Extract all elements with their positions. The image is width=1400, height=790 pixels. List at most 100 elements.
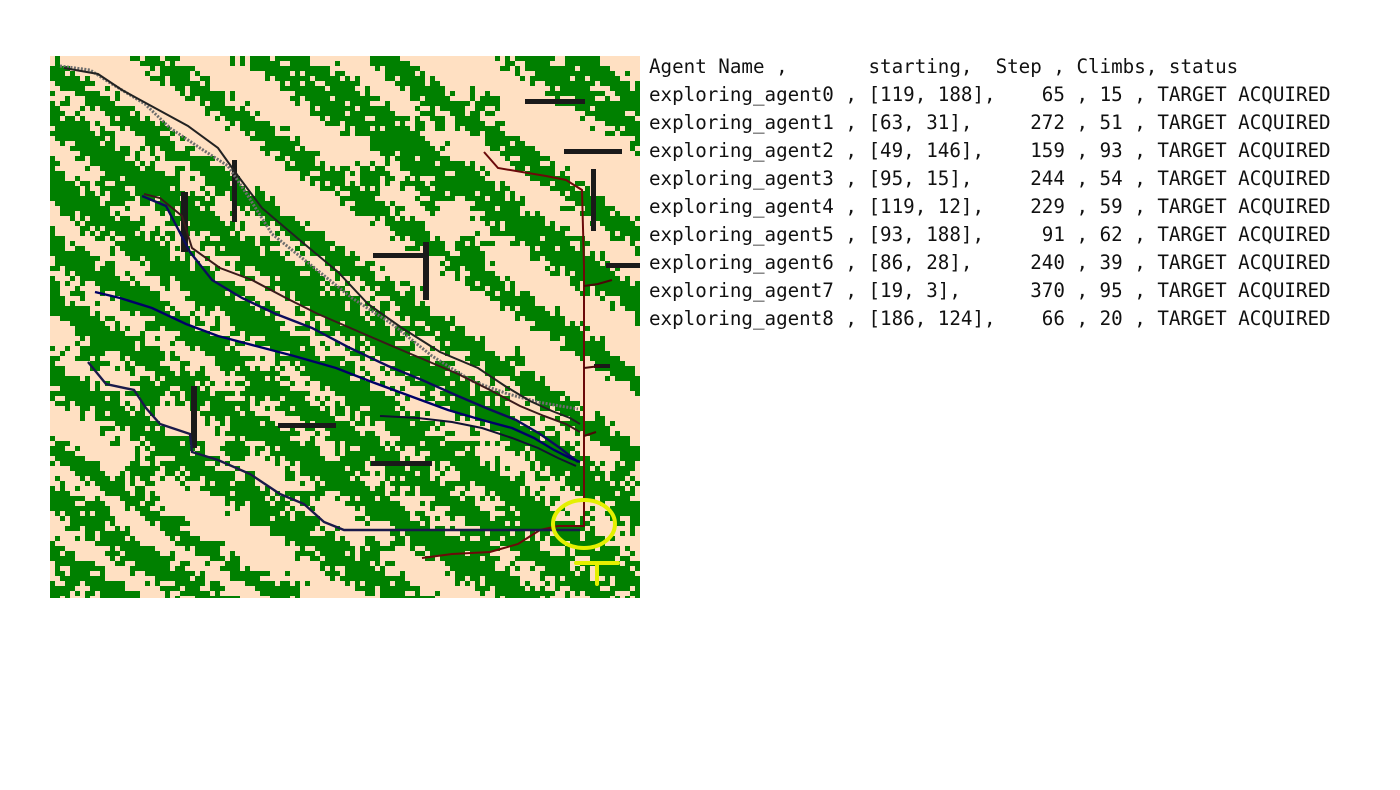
vegetation-cell (130, 226, 135, 231)
vegetation-cell (125, 271, 130, 276)
vegetation-cell (530, 216, 535, 221)
vegetation-cell (90, 196, 95, 201)
vegetation-cell (595, 271, 600, 276)
vegetation-cell (80, 296, 85, 301)
vegetation-cell (585, 261, 590, 266)
vegetation-cell (185, 461, 190, 466)
vegetation-cell (485, 181, 490, 186)
vegetation-cell (75, 326, 80, 331)
vegetation-cell (55, 376, 60, 381)
vegetation-cell (610, 76, 615, 81)
vegetation-cell (190, 86, 195, 91)
vegetation-cell (115, 166, 120, 171)
vegetation-cell (165, 381, 170, 386)
vegetation-cell (355, 76, 360, 81)
vegetation-cell (265, 321, 270, 326)
vegetation-cell (295, 326, 300, 331)
vegetation-cell (295, 166, 300, 171)
vegetation-cell (175, 451, 180, 456)
vegetation-cell (365, 206, 370, 211)
vegetation-cell (600, 296, 605, 301)
vegetation-cell (155, 366, 160, 371)
vegetation-cell (400, 121, 405, 126)
vegetation-cell (500, 366, 505, 371)
vegetation-cell (405, 156, 410, 161)
vegetation-cell (160, 446, 165, 451)
vegetation-cell (370, 176, 375, 181)
vegetation-cell (620, 86, 625, 91)
vegetation-cell (335, 361, 340, 366)
vegetation-cell (560, 251, 565, 256)
vegetation-cell (625, 436, 630, 441)
vegetation-cell (205, 106, 210, 111)
vegetation-cell (135, 421, 140, 426)
vegetation-cell (260, 316, 265, 321)
vegetation-cell (195, 291, 200, 296)
vegetation-cell (120, 191, 125, 196)
vegetation-cell (190, 341, 195, 346)
vegetation-cell (160, 71, 165, 76)
vegetation-cell (200, 286, 205, 291)
vegetation-cell (470, 276, 475, 281)
vegetation-cell (345, 336, 350, 341)
vegetation-cell (475, 186, 480, 191)
vegetation-cell (465, 121, 470, 126)
vegetation-cell (170, 326, 175, 331)
vegetation-cell (325, 416, 330, 421)
vegetation-cell (550, 71, 555, 76)
vegetation-cell (325, 241, 330, 246)
vegetation-cell (565, 91, 570, 96)
vegetation-cell (380, 166, 385, 171)
vegetation-cell (380, 456, 385, 461)
vegetation-cell (255, 421, 260, 426)
vegetation-cell (555, 336, 560, 341)
vegetation-cell (60, 141, 65, 146)
vegetation-cell (55, 381, 60, 386)
vegetation-cell (195, 156, 200, 161)
vegetation-cell (55, 66, 60, 71)
vegetation-cell (425, 426, 430, 431)
vegetation-cell (450, 461, 455, 466)
vegetation-cell (190, 81, 195, 86)
vegetation-cell (385, 346, 390, 351)
vegetation-cell (370, 96, 375, 101)
vegetation-cell (140, 311, 145, 316)
vegetation-cell (245, 256, 250, 261)
vegetation-cell (415, 181, 420, 186)
vegetation-cell (420, 371, 425, 376)
vegetation-cell (600, 196, 605, 201)
vegetation-cell (150, 166, 155, 171)
vegetation-cell (240, 321, 245, 326)
vegetation-cell (435, 466, 440, 471)
vegetation-cell (85, 406, 90, 411)
vegetation-cell (350, 306, 355, 311)
vegetation-cell (270, 396, 275, 401)
vegetation-cell (440, 181, 445, 186)
vegetation-cell (445, 141, 450, 146)
vegetation-cell (80, 106, 85, 111)
vegetation-cell (250, 251, 255, 256)
vegetation-cell (515, 311, 520, 316)
vegetation-cell (190, 66, 195, 71)
vegetation-cell (350, 181, 355, 186)
vegetation-cell (245, 431, 250, 436)
vegetation-cell (480, 271, 485, 276)
vegetation-cell (360, 101, 365, 106)
vegetation-cell (255, 126, 260, 131)
vegetation-cell (135, 336, 140, 341)
vegetation-cell (300, 451, 305, 456)
vegetation-cell (310, 416, 315, 421)
vegetation-cell (635, 216, 640, 221)
vegetation-cell (475, 266, 480, 271)
vegetation-cell (170, 371, 175, 376)
vegetation-cell (400, 151, 405, 156)
vegetation-cell (250, 296, 255, 301)
vegetation-cell (65, 121, 70, 126)
vegetation-cell (495, 231, 500, 236)
vegetation-cell (555, 186, 560, 191)
vegetation-cell (385, 326, 390, 331)
vegetation-cell (325, 81, 330, 86)
vegetation-cell (85, 206, 90, 211)
vegetation-cell (335, 431, 340, 436)
vegetation-cell (610, 281, 615, 286)
